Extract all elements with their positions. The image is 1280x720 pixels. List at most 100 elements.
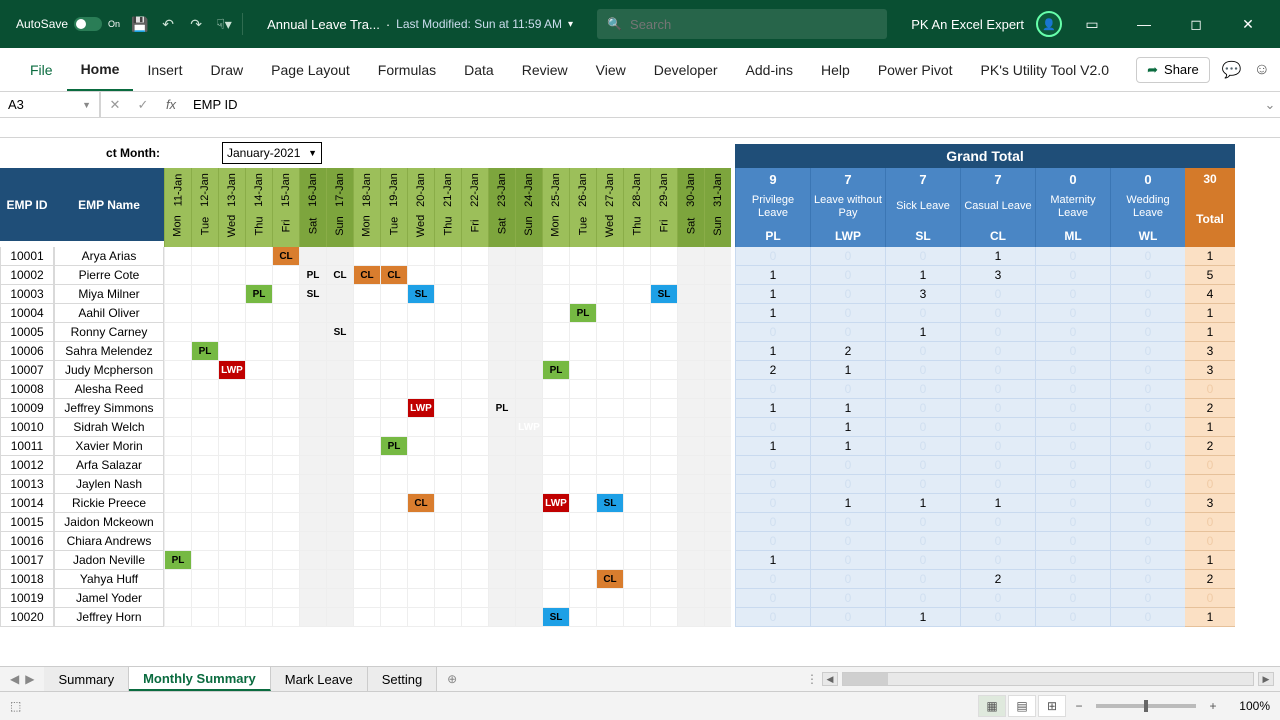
day-cell[interactable] (515, 380, 542, 399)
day-cell[interactable] (677, 608, 704, 627)
day-cell[interactable] (353, 456, 380, 475)
save-icon[interactable]: 💾 (126, 10, 154, 38)
day-cell[interactable] (191, 475, 218, 494)
table-row[interactable]: 10011Xavier MorinPL1100002 (0, 437, 1280, 456)
day-cell[interactable] (542, 285, 569, 304)
day-cell[interactable] (272, 437, 299, 456)
zoom-in-icon[interactable]: + (1202, 699, 1224, 713)
day-cell[interactable] (569, 399, 596, 418)
day-cell[interactable] (623, 589, 650, 608)
day-cell[interactable]: PL (488, 399, 515, 418)
day-cell[interactable] (218, 342, 245, 361)
day-cell[interactable] (191, 589, 218, 608)
table-row[interactable]: 10008Alesha Reed0000000 (0, 380, 1280, 399)
day-cell[interactable] (650, 399, 677, 418)
day-cell[interactable] (245, 361, 272, 380)
ribbon-tab-view[interactable]: View (582, 48, 640, 91)
day-cell[interactable] (245, 475, 272, 494)
sheet-tab-summary[interactable]: Summary (44, 667, 129, 691)
day-cell[interactable] (704, 437, 731, 456)
day-cell[interactable] (353, 589, 380, 608)
day-cell[interactable] (461, 247, 488, 266)
day-cell[interactable] (407, 513, 434, 532)
day-cell[interactable] (704, 475, 731, 494)
day-cell[interactable] (245, 589, 272, 608)
day-cell[interactable] (488, 532, 515, 551)
day-cell[interactable]: SL (650, 285, 677, 304)
day-cell[interactable] (677, 475, 704, 494)
day-cell[interactable] (461, 418, 488, 437)
day-cell[interactable] (434, 399, 461, 418)
day-cell[interactable] (515, 342, 542, 361)
day-cell[interactable] (353, 380, 380, 399)
day-cell[interactable] (191, 437, 218, 456)
day-cell[interactable] (407, 532, 434, 551)
day-cell[interactable] (596, 475, 623, 494)
day-cell[interactable] (164, 437, 191, 456)
table-row[interactable]: 10004Aahil OliverPL1000001 (0, 304, 1280, 323)
day-cell[interactable] (650, 513, 677, 532)
day-cell[interactable] (434, 456, 461, 475)
day-cell[interactable]: SL (596, 494, 623, 513)
day-cell[interactable] (218, 589, 245, 608)
day-cell[interactable] (461, 266, 488, 285)
day-cell[interactable] (461, 361, 488, 380)
day-cell[interactable] (623, 532, 650, 551)
day-cell[interactable] (434, 570, 461, 589)
day-cell[interactable] (488, 304, 515, 323)
share-button[interactable]: ➦ Share (1136, 57, 1210, 83)
day-cell[interactable] (218, 494, 245, 513)
day-cell[interactable] (380, 456, 407, 475)
ribbon-tab-power-pivot[interactable]: Power Pivot (864, 48, 967, 91)
day-cell[interactable] (407, 247, 434, 266)
day-cell[interactable] (245, 437, 272, 456)
day-cell[interactable] (407, 342, 434, 361)
day-cell[interactable]: PL (191, 342, 218, 361)
day-cell[interactable] (299, 513, 326, 532)
day-cell[interactable] (569, 532, 596, 551)
day-cell[interactable] (515, 323, 542, 342)
sheet-tab-monthly-summary[interactable]: Monthly Summary (129, 667, 271, 691)
day-cell[interactable] (191, 247, 218, 266)
day-cell[interactable] (299, 570, 326, 589)
day-cell[interactable] (677, 285, 704, 304)
day-cell[interactable] (677, 361, 704, 380)
day-cell[interactable] (596, 266, 623, 285)
day-cell[interactable] (461, 494, 488, 513)
day-cell[interactable] (542, 399, 569, 418)
day-cell[interactable] (623, 380, 650, 399)
day-cell[interactable] (245, 570, 272, 589)
day-cell[interactable] (272, 399, 299, 418)
close-icon[interactable]: ✕ (1226, 9, 1270, 39)
day-cell[interactable] (164, 304, 191, 323)
day-cell[interactable] (461, 304, 488, 323)
day-cell[interactable] (326, 589, 353, 608)
day-cell[interactable] (353, 437, 380, 456)
day-cell[interactable] (326, 418, 353, 437)
day-cell[interactable] (326, 513, 353, 532)
day-cell[interactable] (353, 570, 380, 589)
day-cell[interactable] (677, 494, 704, 513)
day-cell[interactable] (272, 570, 299, 589)
add-sheet-button[interactable]: ⊕ (437, 672, 467, 686)
day-cell[interactable] (191, 418, 218, 437)
day-cell[interactable] (164, 247, 191, 266)
sheet-nav[interactable]: ◀ ▶ (0, 672, 44, 686)
ribbon-tab-file[interactable]: File (16, 48, 67, 91)
day-cell[interactable] (677, 532, 704, 551)
day-cell[interactable] (380, 323, 407, 342)
day-cell[interactable] (353, 418, 380, 437)
day-cell[interactable] (542, 304, 569, 323)
day-cell[interactable] (623, 399, 650, 418)
day-cell[interactable] (245, 380, 272, 399)
day-cell[interactable] (623, 266, 650, 285)
table-row[interactable]: 10012Arfa Salazar0000000 (0, 456, 1280, 475)
day-cell[interactable] (650, 247, 677, 266)
day-cell[interactable] (434, 304, 461, 323)
day-cell[interactable] (299, 456, 326, 475)
table-row[interactable]: 10018Yahya HuffCL0002002 (0, 570, 1280, 589)
day-cell[interactable] (650, 418, 677, 437)
day-cell[interactable] (164, 608, 191, 627)
table-row[interactable]: 10014Rickie PreeceCLLWPSL0111003 (0, 494, 1280, 513)
day-cell[interactable] (704, 456, 731, 475)
